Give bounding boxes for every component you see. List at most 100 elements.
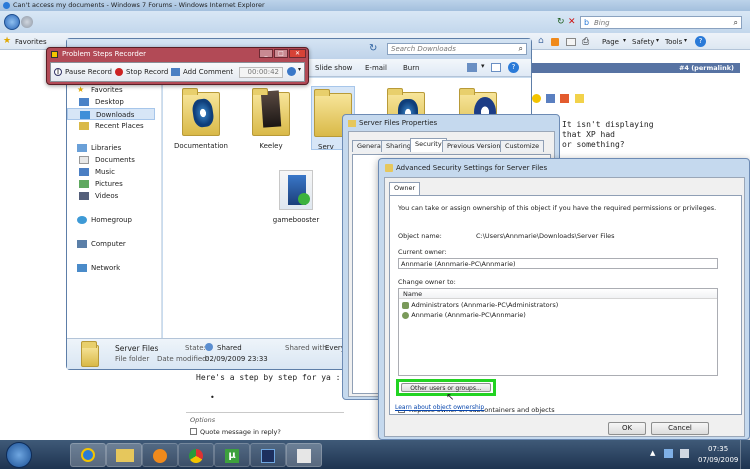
cancel-button[interactable]: Cancel — [651, 422, 709, 435]
nav-network-label: Network — [91, 264, 121, 272]
owner-list-item[interactable]: Administrators (Annmarie-PC\Administrato… — [402, 301, 558, 310]
tray-volume-icon[interactable] — [680, 449, 689, 458]
email-button[interactable]: E-mail — [365, 64, 387, 72]
explorer-search-icon[interactable]: ⌕ — [519, 44, 523, 54]
taskbar: µ ▲ 07:35 07/09/2009 — [0, 440, 750, 469]
owner-list-item[interactable]: Annmarie (Annmarie-PC\Annmarie) — [402, 311, 526, 320]
owner-list-header-name[interactable]: Name — [403, 290, 422, 298]
back-button[interactable] — [4, 14, 20, 30]
clock-time[interactable]: 07:35 — [708, 445, 728, 453]
nav-homegroup[interactable]: Homegroup — [67, 214, 161, 226]
nav-computer[interactable]: Computer — [67, 238, 161, 250]
favorites-button[interactable]: Favorites — [15, 38, 47, 46]
cancel-button-label: Cancel — [668, 424, 692, 432]
change-owner-label: Change owner to: — [398, 278, 456, 286]
post-line-1: It isn't displaying — [562, 120, 654, 129]
ok-button[interactable]: OK — [608, 422, 646, 435]
taskbar-utorrent[interactable]: µ — [214, 443, 250, 467]
show-desktop-button[interactable] — [740, 440, 750, 469]
nav-desktop-label: Desktop — [95, 98, 124, 106]
taskbar-photoshop[interactable] — [250, 443, 286, 467]
taskbar-psr[interactable] — [286, 443, 322, 467]
file-item-gamebooster[interactable]: gamebooster — [261, 170, 331, 224]
mouse-cursor-icon: ↖ — [446, 392, 455, 403]
psr-close-button[interactable]: ✕ — [289, 49, 306, 58]
smiley-icon — [532, 94, 541, 103]
photo-thumbnail-icon — [260, 90, 282, 128]
pause-record-button[interactable]: Pause Record — [65, 68, 112, 76]
nav-pictures[interactable]: Pictures — [67, 178, 161, 190]
help-icon-explorer[interactable]: ? — [508, 62, 519, 73]
nav-downloads[interactable]: Downloads — [67, 108, 155, 120]
psr-minimize-button[interactable]: _ — [259, 49, 273, 58]
post-text: It isn't displaying that XP had or somet… — [562, 120, 654, 150]
tab-previous-versions[interactable]: Previous Versions — [442, 140, 509, 152]
nav-videos[interactable]: Videos — [67, 190, 161, 202]
nav-network[interactable]: Network — [67, 262, 161, 274]
tools-menu[interactable]: Tools — [665, 38, 682, 46]
ie-refresh-icon[interactable]: ↻ — [557, 17, 567, 27]
other-users-button[interactable]: Other users or groups... — [401, 383, 491, 392]
tab-owner[interactable]: Owner — [389, 182, 421, 196]
nav-documents[interactable]: Documents — [67, 154, 161, 166]
stop-record-button[interactable]: Stop Record — [126, 68, 168, 76]
nav-favorites[interactable]: ★ Favorites — [67, 84, 161, 96]
file-item-documentation[interactable]: Documentation — [171, 86, 231, 150]
current-owner-value: Annmarie (Annmarie-PC\Annmarie) — [401, 260, 516, 268]
navigation-pane: ★ Favorites Desktop Downloads Recent Plac… — [67, 78, 162, 338]
safety-menu[interactable]: Safety — [632, 38, 654, 46]
owner-list: Name Administrators (Annmarie-PC\Adminis… — [398, 288, 718, 376]
nav-pictures-label: Pictures — [95, 180, 123, 188]
page-menu[interactable]: Page — [602, 38, 619, 46]
psr-help-icon[interactable] — [287, 67, 296, 76]
help-icon[interactable]: ? — [695, 36, 706, 47]
burn-button[interactable]: Burn — [403, 64, 419, 72]
explorer-refresh-icon[interactable]: ↻ — [369, 43, 377, 54]
tray-up-arrow-icon[interactable]: ▲ — [650, 449, 655, 457]
nav-desktop[interactable]: Desktop — [67, 96, 161, 108]
home-icon[interactable]: ⌂ — [538, 36, 544, 46]
explorer-taskbar-icon — [116, 449, 134, 462]
psr-taskbar-icon — [297, 449, 311, 463]
network-icon — [77, 264, 87, 272]
slideshow-button[interactable]: Slide show — [315, 64, 352, 72]
file-label: Documentation — [174, 142, 228, 150]
permalink-link[interactable]: #4 (permalink) — [679, 64, 734, 72]
ie-icon — [3, 2, 10, 9]
badge-icon — [574, 94, 584, 103]
start-button[interactable] — [6, 442, 32, 468]
reply-bullet: • — [210, 393, 215, 402]
clock-date[interactable]: 07/09/2009 — [698, 456, 738, 464]
explorer-search-box[interactable]: Search Downloads ⌕ — [387, 43, 527, 55]
taskbar-ie[interactable] — [70, 443, 106, 467]
taskbar-chrome[interactable] — [178, 443, 214, 467]
mail-icon[interactable] — [566, 38, 576, 46]
taskbar-explorer[interactable] — [106, 443, 142, 467]
file-item-keeley[interactable]: Keeley — [241, 86, 301, 150]
nav-libraries[interactable]: Libraries — [67, 142, 161, 154]
psr-dropdown-icon[interactable]: ▾ — [298, 66, 301, 73]
quote-checkbox[interactable] — [190, 428, 197, 435]
view-arrow-icon[interactable]: ▾ — [481, 62, 485, 70]
tab-customize[interactable]: Customize — [500, 140, 545, 152]
forward-button[interactable] — [21, 16, 33, 28]
quote-label: Quote message in reply? — [200, 428, 281, 436]
feeds-icon[interactable] — [551, 38, 559, 46]
learn-ownership-link[interactable]: Learn about object ownership — [395, 404, 485, 411]
tray-network-icon[interactable] — [664, 449, 673, 458]
view-options-icon[interactable] — [467, 63, 477, 72]
taskbar-media[interactable] — [142, 443, 178, 467]
details-modified-label: Date modified: — [157, 355, 209, 363]
psr-maximize-button[interactable]: □ — [274, 49, 288, 58]
ie-search-box[interactable]: b Bing ⌕ — [580, 16, 742, 29]
add-comment-button[interactable]: Add Comment — [183, 68, 233, 76]
preview-pane-icon[interactable] — [491, 63, 501, 72]
music-icon — [79, 168, 89, 176]
ie-search-icon[interactable]: ⌕ — [734, 18, 738, 28]
nav-music[interactable]: Music — [67, 166, 161, 178]
ie-stop-icon[interactable]: ✕ — [568, 17, 576, 27]
details-modified-value: 02/09/2009 23:33 — [205, 355, 268, 363]
print-icon[interactable]: ⎙ — [582, 37, 589, 47]
nav-recent[interactable]: Recent Places — [67, 120, 161, 132]
psr-title: Problem Steps Recorder — [62, 50, 147, 58]
